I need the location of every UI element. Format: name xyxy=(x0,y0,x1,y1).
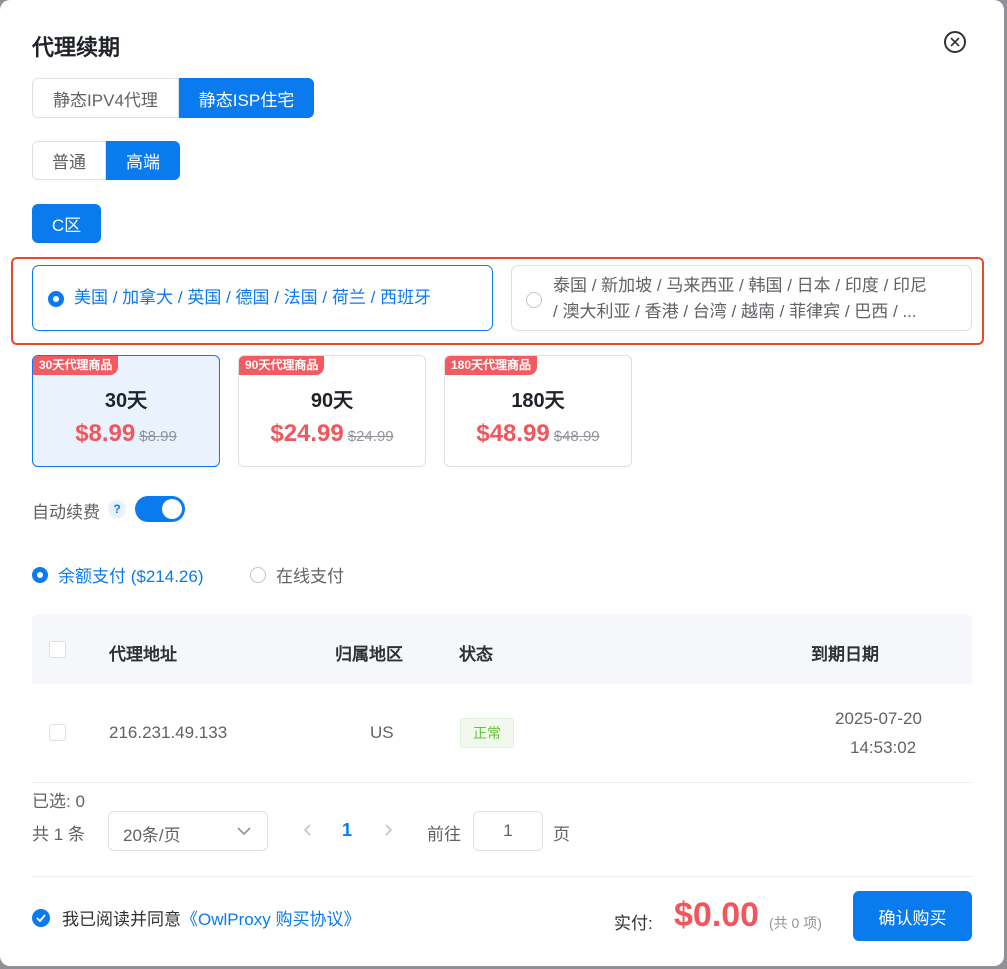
row-expiry-time: 14:53:02 xyxy=(850,738,917,757)
page-number-current[interactable]: 1 xyxy=(342,820,352,841)
pay-item-count: (共 0 项) xyxy=(769,915,822,931)
renewal-dialog: 代理续期 静态IPV4代理 静态ISP住宅 普通 高端 C区 美国 / 加拿大 … xyxy=(0,0,1004,966)
plan-price: $48.99 xyxy=(476,420,550,447)
col-status: 状态 xyxy=(459,645,493,664)
tab-static-isp[interactable]: 静态ISP住宅 xyxy=(179,78,314,118)
plan-card-180[interactable]: 180天代理商品 180天 $48.99 $48.99 xyxy=(444,355,632,467)
pay-online-radio[interactable] xyxy=(250,566,266,583)
plan-price: $24.99 xyxy=(270,420,344,447)
plan-days: 180天 xyxy=(511,390,565,412)
plan-days: 30天 xyxy=(104,390,148,412)
row-address: 216.231.49.133 xyxy=(109,723,228,742)
pay-balance-radio[interactable] xyxy=(32,566,48,583)
agreement-text: 我已阅读并同意 xyxy=(62,910,181,929)
footer-divider xyxy=(32,876,972,877)
pay-balance-label: 余额支付 ($214.26) xyxy=(58,567,204,586)
plan-card-30[interactable]: 30天代理商品 30天 $8.99 $8.99 xyxy=(32,355,220,467)
next-page-icon[interactable] xyxy=(380,820,396,840)
plan-tag: 30天代理商品 xyxy=(33,356,119,375)
proxy-table: 代理地址 归属地区 状态 到期日期 216.231.49.133 US 正常 2… xyxy=(32,614,972,783)
selected-count: 已选: 0 xyxy=(32,792,85,811)
plan-tag: 90天代理商品 xyxy=(239,356,325,375)
pay-online-option[interactable]: 在线支付 xyxy=(250,562,344,587)
status-badge: 正常 xyxy=(460,718,514,748)
table-row: 216.231.49.133 US 正常 2025-07-20 14:53:02 xyxy=(32,684,972,783)
row-region: US xyxy=(370,723,394,742)
page-size-select[interactable]: 20条/页 xyxy=(108,811,268,851)
region-radio-2[interactable] xyxy=(526,292,542,308)
goto-label: 前往 xyxy=(427,825,461,844)
auto-renew-toggle[interactable] xyxy=(135,496,185,522)
region-option-2[interactable]: 泰国 / 新加坡 / 马来西亚 / 韩国 / 日本 / 印度 / 印尼 / 澳大… xyxy=(511,265,972,331)
check-icon xyxy=(36,913,46,922)
prev-page-icon[interactable] xyxy=(300,820,316,840)
proxy-type-tabs: 静态IPV4代理 静态ISP住宅 xyxy=(32,78,314,118)
plan-prices: $48.99 $48.99 xyxy=(445,420,631,448)
tab-static-ipv4[interactable]: 静态IPV4代理 xyxy=(32,78,179,118)
region-radio-1[interactable] xyxy=(48,291,64,307)
pay-balance-option[interactable]: 余额支付 ($214.26) xyxy=(32,562,204,587)
col-expiry: 到期日期 xyxy=(811,645,879,664)
row-checkbox[interactable] xyxy=(49,724,66,741)
pay-total-label: 实付: xyxy=(614,914,653,933)
agreement-link[interactable]: 《OwlProxy 购买协议》 xyxy=(181,905,360,930)
pay-total-amount: $0.00 xyxy=(674,896,760,934)
page-unit-label: 页 xyxy=(553,825,570,844)
table-header: 代理地址 归属地区 状态 到期日期 xyxy=(32,614,972,684)
tab-premium[interactable]: 高端 xyxy=(106,141,180,180)
goto-page-input[interactable] xyxy=(473,811,543,851)
region-label-1: 美国 / 加拿大 / 英国 / 德国 / 法国 / 荷兰 / 西班牙 xyxy=(74,288,432,307)
plan-tag: 180天代理商品 xyxy=(445,356,538,375)
pagination-total: 共 1 条 xyxy=(32,825,85,844)
agreement: 我已阅读并同意 《OwlProxy 购买协议》 xyxy=(32,905,360,930)
pay-online-label: 在线支付 xyxy=(276,567,344,586)
region-label-2-line1: 泰国 / 新加坡 / 马来西亚 / 韩国 / 日本 / 印度 / 印尼 xyxy=(553,276,928,295)
plan-original-price: $24.99 xyxy=(347,428,394,445)
auto-renew-label: 自动续费 xyxy=(32,503,100,522)
zone-c-button[interactable]: C区 xyxy=(32,204,101,243)
agreement-checkbox[interactable] xyxy=(32,908,50,927)
help-icon[interactable]: ? xyxy=(108,500,126,518)
row-expiry-date: 2025-07-20 xyxy=(835,709,922,728)
plan-original-price: $8.99 xyxy=(139,428,177,445)
region-option-1[interactable]: 美国 / 加拿大 / 英国 / 德国 / 法国 / 荷兰 / 西班牙 xyxy=(32,265,493,331)
chevron-down-icon xyxy=(237,827,251,836)
tier-tabs: 普通 高端 xyxy=(32,141,180,180)
select-all-checkbox[interactable] xyxy=(49,641,66,658)
close-icon[interactable] xyxy=(944,31,966,53)
plan-card-90[interactable]: 90天代理商品 90天 $24.99 $24.99 xyxy=(238,355,426,467)
plan-price: $8.99 xyxy=(75,420,136,447)
dialog-title: 代理续期 xyxy=(32,35,121,60)
col-region: 归属地区 xyxy=(335,645,403,664)
region-label-2-line2: / 澳大利亚 / 香港 / 台湾 / 越南 / 菲律宾 / 巴西 / ... xyxy=(553,302,917,321)
plan-days: 90天 xyxy=(310,390,354,412)
col-address: 代理地址 xyxy=(109,645,177,664)
toggle-knob xyxy=(162,499,182,519)
plan-prices: $8.99 $8.99 xyxy=(33,420,219,448)
tab-normal[interactable]: 普通 xyxy=(32,141,106,180)
page-size-value: 20条/页 xyxy=(123,826,181,845)
plan-original-price: $48.99 xyxy=(553,428,600,445)
plan-prices: $24.99 $24.99 xyxy=(239,420,425,448)
confirm-purchase-button[interactable]: 确认购买 xyxy=(853,891,972,941)
